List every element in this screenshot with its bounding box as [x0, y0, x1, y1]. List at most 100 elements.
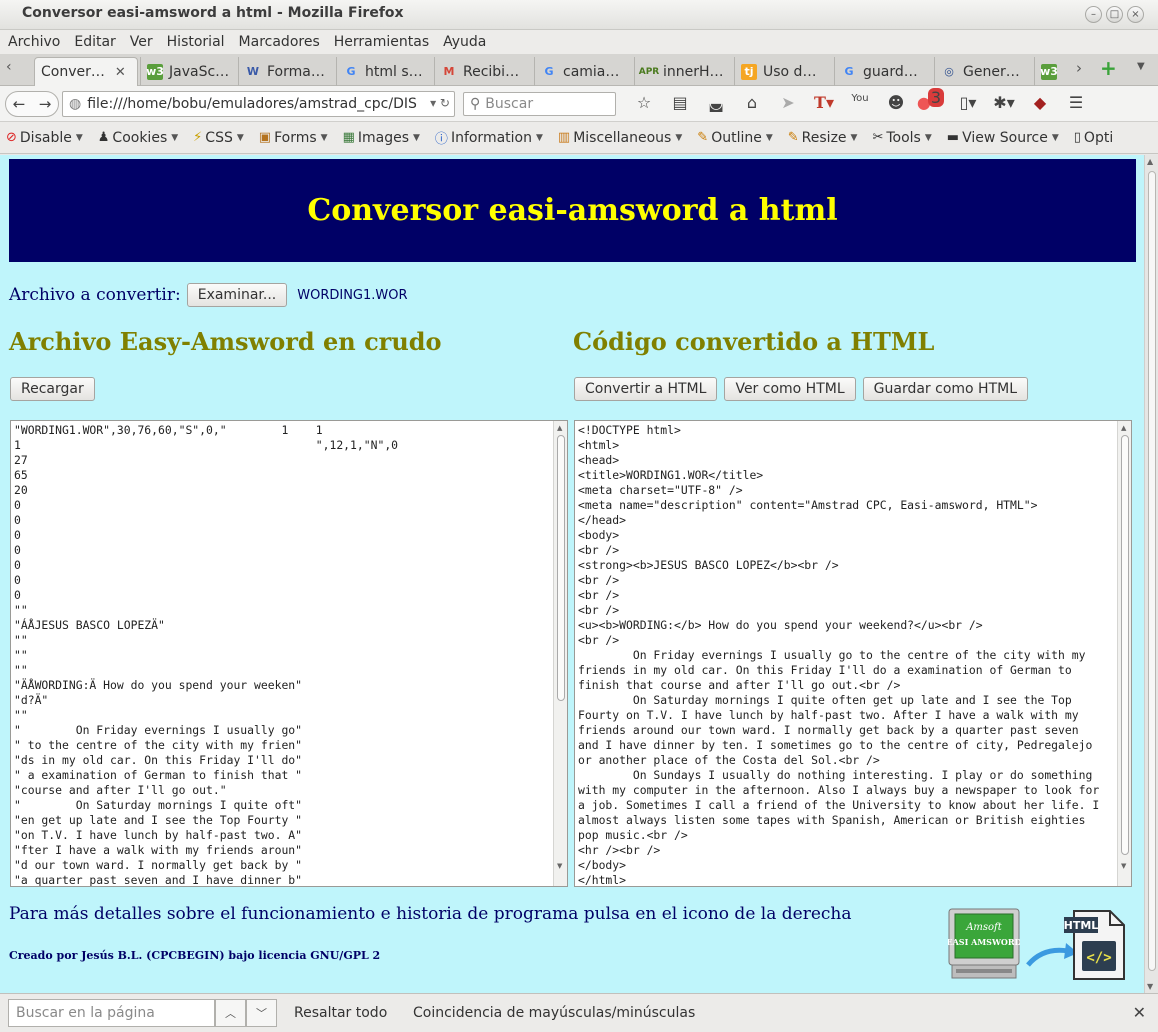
- notifications-icon[interactable]: ●3: [914, 88, 950, 112]
- close-window-button[interactable]: ×: [1127, 6, 1144, 23]
- disable-icon: ⊘: [6, 130, 17, 145]
- font-icon[interactable]: T▾: [806, 93, 842, 112]
- dev-disable[interactable]: ⊘ Disable ▼: [6, 130, 83, 146]
- w-icon: W: [246, 65, 260, 78]
- close-tab-icon[interactable]: ✕: [115, 65, 126, 80]
- tab-label: guard…: [863, 63, 918, 80]
- html-file-icon[interactable]: HTML </>: [1018, 907, 1130, 983]
- menu-herramientas[interactable]: Herramientas: [334, 34, 429, 50]
- url-text: file:///home/bobu/emuladores/amstrad_cpc…: [87, 96, 417, 112]
- tab-guardar[interactable]: G guard…: [834, 57, 934, 86]
- bookmark-star-icon[interactable]: ☆: [626, 93, 662, 112]
- send-icon[interactable]: ➤: [770, 93, 806, 112]
- dev-forms[interactable]: ▣ Forms ▼: [259, 130, 328, 146]
- dev-label: Information: [450, 129, 532, 146]
- resize-pencil-icon: ✎: [787, 130, 799, 145]
- home-icon[interactable]: ⌂: [734, 93, 770, 112]
- tab-camia[interactable]: G camia…: [534, 57, 634, 86]
- new-tab-icon[interactable]: +: [1100, 56, 1117, 80]
- dev-cookies[interactable]: ♟ Cookies ▼: [98, 130, 178, 146]
- dev-information[interactable]: ⓘ Information ▼: [435, 128, 543, 148]
- reload-icon[interactable]: ▾ ↻: [430, 96, 450, 110]
- find-previous-button[interactable]: ︿: [215, 999, 246, 1027]
- html-icon-label: HTML: [1064, 919, 1099, 932]
- pocket-icon[interactable]: ◛: [698, 93, 734, 112]
- match-case-option[interactable]: Coincidencia de mayúsculas/minúsculas: [413, 1005, 695, 1021]
- chat-icon[interactable]: ☻: [878, 93, 914, 112]
- page-scrollbar[interactable]: ▲ ▼: [1144, 155, 1158, 993]
- scroll-down-icon[interactable]: ▼: [1121, 862, 1126, 870]
- back-forward-group: ← →: [5, 91, 59, 117]
- dev-label: CSS: [205, 129, 233, 146]
- menu-ayuda[interactable]: Ayuda: [443, 34, 486, 50]
- menu-historial[interactable]: Historial: [167, 34, 225, 50]
- page-scroll-down-icon[interactable]: ▼: [1147, 982, 1153, 991]
- menu-ver[interactable]: Ver: [130, 34, 153, 50]
- dev-label: View Source: [962, 129, 1048, 146]
- view-html-button[interactable]: Ver como HTML: [724, 377, 856, 401]
- raw-scrollbar[interactable]: ▲ ▼: [553, 421, 567, 886]
- dev-images[interactable]: ▦ Images ▼: [343, 130, 420, 146]
- page-scroll-up-icon[interactable]: ▲: [1147, 157, 1153, 166]
- dev-view-source[interactable]: ▬ View Source ▼: [947, 130, 1059, 146]
- highlight-all-option[interactable]: Resaltar todo: [294, 1005, 387, 1021]
- tab-innerhtml[interactable]: APR innerH…: [634, 57, 734, 86]
- amsword-title: EASI AMSWORD: [948, 937, 1020, 947]
- page-scroll-thumb[interactable]: [1148, 171, 1156, 971]
- back-icon[interactable]: ←: [13, 95, 26, 113]
- scroll-up-icon[interactable]: ▲: [1121, 424, 1126, 432]
- scroll-thumb[interactable]: [557, 435, 565, 701]
- tab-generador[interactable]: ◎ Gener…: [934, 57, 1034, 86]
- tab-html-search[interactable]: G html s…: [336, 57, 434, 86]
- find-next-button[interactable]: ﹀: [246, 999, 277, 1027]
- easi-amsword-icon[interactable]: Amsoft EASI AMSWORD: [948, 908, 1020, 980]
- clipboard-icon[interactable]: ▯▾: [950, 93, 986, 112]
- dev-outline[interactable]: ✎ Outline ▼: [697, 130, 772, 146]
- dev-tools[interactable]: ✂ Tools ▼: [872, 130, 931, 146]
- url-bar[interactable]: ◍ file:///home/bobu/emuladores/amstrad_c…: [62, 91, 455, 117]
- tab-scroll-left-icon[interactable]: ‹: [6, 59, 12, 75]
- forward-icon[interactable]: →: [39, 95, 52, 113]
- reload-button[interactable]: Recargar: [10, 377, 95, 401]
- forms-icon: ▣: [258, 130, 272, 145]
- tab-javascript[interactable]: w3 JavaSc…: [140, 57, 238, 86]
- images-icon: ▦: [342, 130, 355, 145]
- minimize-button[interactable]: –: [1085, 6, 1102, 23]
- scroll-up-icon[interactable]: ▲: [557, 424, 562, 432]
- youtube-icon[interactable]: You: [842, 93, 878, 112]
- find-input[interactable]: Buscar en la página: [8, 999, 215, 1027]
- tab-uso[interactable]: tj Uso d…: [734, 57, 834, 86]
- tab-scroll-right-icon[interactable]: ›: [1076, 59, 1082, 77]
- tab-overflow[interactable]: w3: [1034, 57, 1066, 86]
- dev-css[interactable]: ⚡ CSS ▼: [193, 130, 244, 146]
- scroll-thumb[interactable]: [1121, 435, 1129, 855]
- menu-editar[interactable]: Editar: [74, 34, 115, 50]
- menu-archivo[interactable]: Archivo: [8, 34, 60, 50]
- credit-text: Creado por Jesús B.L. (CPCBEGIN) bajo li…: [9, 949, 381, 962]
- raw-textarea[interactable]: "WORDING1.WOR",30,76,60,"S",0," 1 1 1 ",…: [10, 420, 568, 887]
- dev-label: Disable: [19, 129, 72, 146]
- dev-label: Outline: [711, 129, 762, 146]
- save-html-button[interactable]: Guardar como HTML: [862, 377, 1028, 401]
- html-scrollbar[interactable]: ▲ ▼: [1117, 421, 1131, 886]
- menu-icon[interactable]: ☰: [1058, 93, 1094, 112]
- convert-button[interactable]: Convertir a HTML: [574, 377, 718, 401]
- tab-gmail[interactable]: M Recibi…: [434, 57, 534, 86]
- browse-button[interactable]: Examinar...: [186, 283, 288, 307]
- close-find-bar-icon[interactable]: ✕: [1133, 1003, 1146, 1022]
- list-tabs-icon[interactable]: ▼: [1137, 61, 1145, 72]
- bug-icon[interactable]: ✱▾: [986, 93, 1022, 112]
- dev-options[interactable]: ▯ Opti: [1074, 130, 1113, 146]
- search-input[interactable]: ⚲ Buscar: [463, 92, 616, 116]
- reading-list-icon[interactable]: ▤: [662, 93, 698, 112]
- maximize-button[interactable]: □: [1106, 6, 1123, 23]
- menu-marcadores[interactable]: Marcadores: [239, 34, 320, 50]
- dev-resize[interactable]: ✎ Resize ▼: [788, 130, 858, 146]
- tab-converter[interactable]: Conver… ✕: [34, 57, 138, 86]
- ublock-icon[interactable]: ◆: [1022, 93, 1058, 112]
- view-source-icon: ▬: [946, 130, 960, 145]
- tab-formato[interactable]: W Forma…: [238, 57, 336, 86]
- scroll-down-icon[interactable]: ▼: [557, 862, 562, 870]
- dev-miscellaneous[interactable]: ▥ Miscellaneous ▼: [558, 130, 682, 146]
- html-textarea[interactable]: <!DOCTYPE html> <html> <head> <title>WOR…: [574, 420, 1132, 887]
